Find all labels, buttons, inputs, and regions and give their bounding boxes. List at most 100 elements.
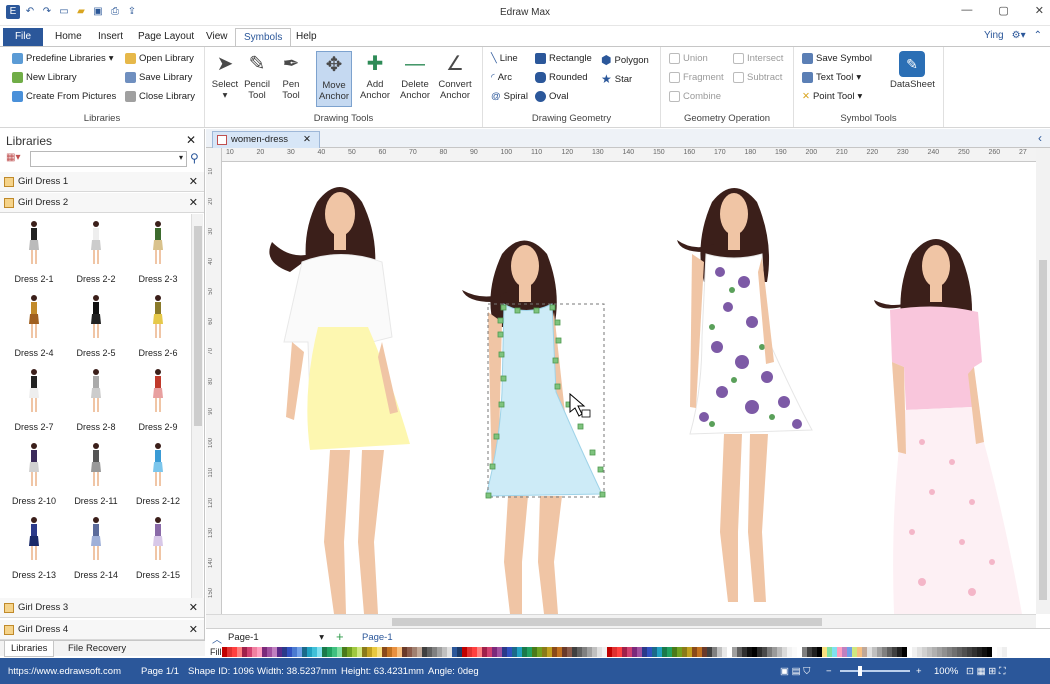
model-pink-top-floral-skirt[interactable] bbox=[874, 239, 1022, 614]
model-white-jacket-yellow-dress[interactable] bbox=[269, 187, 410, 614]
page-select-dropdown[interactable]: Page-1 ▾ bbox=[228, 631, 328, 644]
polygon-button[interactable]: ⬢ Polygon bbox=[601, 53, 649, 67]
add-anchor-button[interactable]: ✚ Add Anchor bbox=[357, 51, 393, 101]
library-header-girl-dress-4[interactable]: Girl Dress 4 ✕ bbox=[0, 620, 204, 640]
document-tab[interactable]: women-dress ✕ bbox=[212, 131, 320, 148]
convert-anchor-button[interactable]: ∠ Convert Anchor bbox=[437, 51, 473, 101]
close-icon[interactable]: ✕ bbox=[189, 620, 198, 640]
library-shape[interactable]: Dress 2-3 bbox=[127, 216, 189, 290]
library-menu-icon[interactable]: ▦▾ bbox=[6, 152, 20, 163]
rectangle-button[interactable]: Rectangle bbox=[535, 53, 592, 64]
scrollbar-thumb[interactable] bbox=[194, 226, 202, 426]
text-tool-button[interactable]: Text Tool ▾ bbox=[802, 72, 861, 83]
tab-page-layout[interactable]: Page Layout bbox=[130, 28, 202, 46]
tab-help[interactable]: Help bbox=[288, 28, 325, 46]
library-shape[interactable]: Dress 2-13 bbox=[3, 512, 65, 586]
close-icon[interactable]: ✕ bbox=[189, 598, 198, 618]
page-tab[interactable]: Page-1 bbox=[362, 632, 393, 643]
rounded-button[interactable]: Rounded bbox=[535, 72, 588, 83]
library-shape[interactable]: Dress 2-15 bbox=[127, 512, 189, 586]
zoom-slider[interactable] bbox=[840, 666, 910, 676]
library-header-girl-dress-1[interactable]: Girl Dress 1 ✕ bbox=[0, 172, 204, 192]
library-shape[interactable]: Dress 2-12 bbox=[127, 438, 189, 512]
delete-anchor-button[interactable]: — Delete Anchor bbox=[397, 51, 433, 101]
line-button[interactable]: ╲ Line bbox=[491, 53, 518, 64]
view-mode-icons[interactable]: ▣ ▤ ⛉ bbox=[780, 666, 810, 677]
zoom-slider-thumb[interactable] bbox=[858, 666, 862, 676]
close-icon[interactable]: ✕ bbox=[303, 132, 311, 148]
intersect-button[interactable]: Intersect bbox=[733, 53, 783, 64]
add-page-icon[interactable]: + bbox=[336, 629, 344, 644]
predefine-libraries-button[interactable]: Predefine Libraries ▾ bbox=[12, 53, 114, 64]
tab-file[interactable]: File bbox=[3, 28, 43, 46]
datasheet-button[interactable]: ✎ DataSheet bbox=[890, 51, 935, 90]
minimize-icon[interactable]: — bbox=[961, 4, 972, 17]
library-shape[interactable]: Dress 2-9 bbox=[127, 364, 189, 438]
pen-tool-button[interactable]: ✒ Pen Tool bbox=[273, 51, 309, 101]
model-floral-dress[interactable] bbox=[677, 188, 813, 602]
scrollbar-thumb[interactable] bbox=[1039, 260, 1047, 600]
tab-symbols[interactable]: Symbols bbox=[235, 28, 292, 46]
canvas-horizontal-scrollbar[interactable] bbox=[206, 614, 1036, 628]
fragment-button[interactable]: Fragment bbox=[669, 72, 724, 83]
zoom-in-icon[interactable]: + bbox=[916, 666, 922, 677]
library-shape[interactable]: Dress 2-1 bbox=[3, 216, 65, 290]
open-library-button[interactable]: Open Library bbox=[125, 53, 194, 64]
arc-button[interactable]: ◜ Arc bbox=[491, 72, 512, 83]
scrollbar-thumb[interactable] bbox=[392, 618, 822, 626]
tab-home[interactable]: Home bbox=[47, 28, 90, 46]
drawing-canvas[interactable] bbox=[222, 162, 1036, 614]
close-icon[interactable]: ✕ bbox=[186, 133, 196, 147]
zoom-out-icon[interactable]: − bbox=[826, 666, 832, 677]
library-shape[interactable]: Dress 2-14 bbox=[65, 512, 127, 586]
color-swatches[interactable] bbox=[222, 647, 1007, 657]
close-library-button[interactable]: Close Library bbox=[125, 91, 195, 102]
create-from-pictures-button[interactable]: Create From Pictures bbox=[12, 91, 116, 102]
spiral-button[interactable]: @ Spiral bbox=[491, 91, 528, 102]
zoom-level[interactable]: 100% bbox=[934, 666, 958, 677]
tab-libraries[interactable]: Libraries bbox=[4, 641, 55, 657]
model-blue-dress[interactable] bbox=[462, 240, 606, 615]
oval-button[interactable]: Oval bbox=[535, 91, 569, 102]
subtract-button[interactable]: Subtract bbox=[733, 72, 782, 83]
tab-view[interactable]: View bbox=[198, 28, 236, 46]
search-icon[interactable]: ⚲ bbox=[190, 151, 199, 165]
save-library-button[interactable]: Save Library bbox=[125, 72, 192, 83]
union-button[interactable]: Union bbox=[669, 53, 708, 64]
tab-file-recovery[interactable]: File Recovery bbox=[62, 641, 132, 657]
select-tool-button[interactable]: ➤ Select ▾ bbox=[207, 51, 243, 101]
library-shape[interactable]: Dress 2-7 bbox=[3, 364, 65, 438]
fit-page-icons[interactable]: ⊡ ▦ ⊞ ⛶ bbox=[966, 666, 1005, 677]
library-header-girl-dress-2[interactable]: Girl Dress 2 ✕ bbox=[0, 193, 204, 213]
library-shape[interactable]: Dress 2-4 bbox=[3, 290, 65, 364]
star-button[interactable]: ★ Star bbox=[601, 72, 632, 86]
close-icon[interactable]: ✕ bbox=[189, 172, 198, 192]
pencil-tool-button[interactable]: ✎ Pencil Tool bbox=[239, 51, 275, 101]
library-shape[interactable]: Dress 2-6 bbox=[127, 290, 189, 364]
combine-button[interactable]: Combine bbox=[669, 91, 721, 102]
library-shape[interactable]: Dress 2-11 bbox=[65, 438, 127, 512]
maximize-icon[interactable]: ▢ bbox=[998, 4, 1008, 17]
tab-insert[interactable]: Insert bbox=[90, 28, 131, 46]
settings-icon[interactable]: ⚙▾ bbox=[1012, 30, 1026, 41]
library-search-input[interactable]: ▾ bbox=[30, 151, 187, 167]
color-swatch[interactable] bbox=[1002, 647, 1007, 657]
move-anchor-button[interactable]: ✥ Move Anchor bbox=[316, 51, 352, 107]
library-shape[interactable]: Dress 2-8 bbox=[65, 364, 127, 438]
canvas-vertical-scrollbar[interactable] bbox=[1036, 148, 1050, 614]
library-shape[interactable]: Dress 2-10 bbox=[3, 438, 65, 512]
close-icon[interactable]: ✕ bbox=[1035, 4, 1044, 17]
library-header-girl-dress-3[interactable]: Girl Dress 3 ✕ bbox=[0, 598, 204, 618]
library-shape[interactable]: Dress 2-5 bbox=[65, 290, 127, 364]
close-icon[interactable]: ✕ bbox=[189, 193, 198, 213]
point-tool-button[interactable]: ✕ Point Tool ▾ bbox=[802, 91, 862, 102]
ribbon-collapse-icon[interactable]: ⌃ bbox=[1034, 30, 1042, 41]
user-name[interactable]: Ying bbox=[984, 30, 1004, 41]
library-shape[interactable]: Dress 2-2 bbox=[65, 216, 127, 290]
new-library-button[interactable]: New Library bbox=[12, 72, 77, 83]
chevron-up-icon[interactable]: ︿ bbox=[212, 631, 222, 646]
save-symbol-button[interactable]: Save Symbol bbox=[802, 53, 872, 64]
library-scrollbar[interactable] bbox=[191, 214, 203, 598]
panel-expand-icon[interactable]: ‹ bbox=[1038, 131, 1042, 145]
status-url[interactable]: https://www.edrawsoft.com bbox=[8, 666, 121, 677]
